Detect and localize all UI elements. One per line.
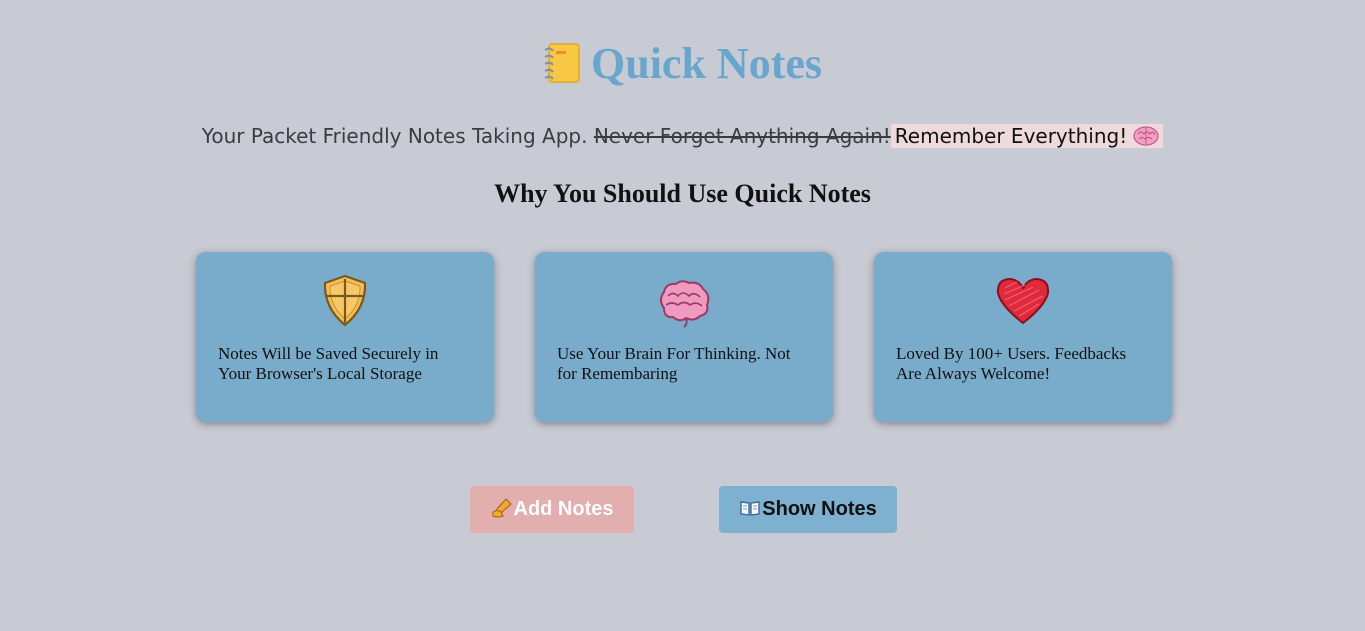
show-notes-button[interactable]: Show Notes xyxy=(719,486,897,533)
feature-text: Use Your Brain For Thinking. Not for Rem… xyxy=(557,344,791,383)
section-heading: Why You Should Use Quick Notes xyxy=(494,179,871,208)
heart-icon xyxy=(996,277,1050,325)
feature-card-security: Notes Will be Saved Securely in Your Bro… xyxy=(196,252,494,422)
tagline-struck: Never Forget Anything Again! xyxy=(593,124,891,148)
brain-icon xyxy=(1133,126,1159,146)
tagline: Your Packet Friendly Notes Taking App. N… xyxy=(0,123,1365,149)
tagline-intro: Your Packet Friendly Notes Taking App. xyxy=(201,124,588,148)
writing-hand-icon xyxy=(492,498,512,518)
notebook-icon xyxy=(544,43,580,83)
tagline-highlight: Remember Everything! xyxy=(890,124,1164,148)
add-notes-button[interactable]: Add Notes xyxy=(470,486,634,533)
feature-text: Notes Will be Saved Securely in Your Bro… xyxy=(218,344,439,383)
brain-icon xyxy=(660,280,710,328)
show-notes-label: Show Notes xyxy=(762,498,877,520)
add-notes-label: Add Notes xyxy=(513,498,614,520)
app-title: Quick Notes xyxy=(591,39,822,88)
tagline-highlight-text: Remember Everything! xyxy=(894,124,1128,148)
landing-page: Quick Notes Your Packet Friendly Notes T… xyxy=(0,0,1365,631)
open-book-icon xyxy=(740,501,760,516)
feature-text: Loved By 100+ Users. Feedbacks Are Alway… xyxy=(896,344,1127,383)
shield-icon xyxy=(323,274,367,327)
feature-card-loved: Loved By 100+ Users. Feedbacks Are Alway… xyxy=(874,252,1172,422)
feature-card-brain: Use Your Brain For Thinking. Not for Rem… xyxy=(535,252,833,422)
page-title: Quick Notes xyxy=(0,38,1365,90)
